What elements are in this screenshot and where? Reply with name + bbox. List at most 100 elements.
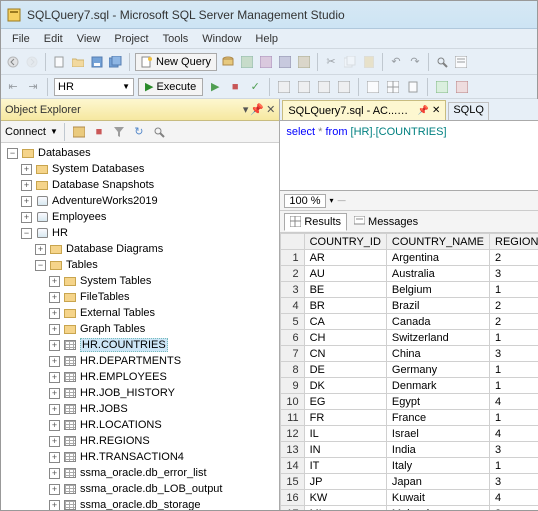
chevron-down-icon[interactable]: ▼: [50, 127, 58, 136]
column-header[interactable]: COUNTRY_ID: [304, 234, 386, 250]
save-icon[interactable]: [89, 54, 105, 70]
cell[interactable]: France: [386, 410, 489, 426]
disconnect-icon[interactable]: [71, 124, 87, 140]
tree-table-hr-employees[interactable]: +HR.EMPLOYEES: [1, 369, 279, 385]
cell[interactable]: 3: [490, 442, 538, 458]
cell[interactable]: Israel: [386, 426, 489, 442]
expand-icon[interactable]: +: [21, 212, 32, 223]
cell[interactable]: 3: [490, 474, 538, 490]
cell[interactable]: 2: [490, 298, 538, 314]
cell[interactable]: Argentina: [386, 250, 489, 266]
expand-icon[interactable]: +: [49, 292, 60, 303]
dmx-icon[interactable]: [277, 54, 293, 70]
cell[interactable]: AU: [304, 266, 386, 282]
expand-icon[interactable]: +: [49, 452, 60, 463]
expand-icon[interactable]: +: [35, 244, 46, 255]
cell[interactable]: AR: [304, 250, 386, 266]
cell[interactable]: 4: [490, 426, 538, 442]
cell[interactable]: CH: [304, 330, 386, 346]
cell[interactable]: Denmark: [386, 378, 489, 394]
table-row[interactable]: 1ARArgentina2: [281, 250, 538, 266]
messages-tab[interactable]: Messages: [349, 214, 423, 230]
cell[interactable]: 4: [490, 490, 538, 506]
cell[interactable]: 1: [490, 282, 538, 298]
db-engine-icon[interactable]: [220, 54, 236, 70]
table-row[interactable]: 11FRFrance1: [281, 410, 538, 426]
results-text-icon[interactable]: [365, 79, 381, 95]
cell[interactable]: 1: [490, 362, 538, 378]
cell[interactable]: ML: [304, 506, 386, 511]
cell[interactable]: 2: [490, 250, 538, 266]
expand-icon[interactable]: −: [21, 228, 32, 239]
expand-icon[interactable]: +: [49, 468, 60, 479]
tree-table-ssma_oracle-db_lob_output[interactable]: +ssma_oracle.db_LOB_output: [1, 481, 279, 497]
tree-table-ssma_oracle-db_storage[interactable]: +ssma_oracle.db_storage: [1, 497, 279, 510]
expand-icon[interactable]: +: [49, 420, 60, 431]
cell[interactable]: DE: [304, 362, 386, 378]
tree-graph-tables[interactable]: +Graph Tables: [1, 321, 279, 337]
tree-employees[interactable]: +Employees: [1, 209, 279, 225]
cell[interactable]: CA: [304, 314, 386, 330]
table-row[interactable]: 8DEGermany1: [281, 362, 538, 378]
table-row[interactable]: 16KWKuwait4: [281, 490, 538, 506]
cell[interactable]: Brazil: [386, 298, 489, 314]
xmla-icon[interactable]: [296, 54, 312, 70]
cell[interactable]: Italy: [386, 458, 489, 474]
cell[interactable]: 4: [490, 394, 538, 410]
tree-tables[interactable]: −Tables: [1, 257, 279, 273]
tree-table-ssma_oracle-db_error_list[interactable]: +ssma_oracle.db_error_list: [1, 465, 279, 481]
refresh-icon[interactable]: ↻: [131, 124, 147, 140]
comment-icon[interactable]: [434, 79, 450, 95]
cell[interactable]: Kuwait: [386, 490, 489, 506]
table-row[interactable]: 5CACanada2: [281, 314, 538, 330]
tree-table-hr-locations[interactable]: +HR.LOCATIONS: [1, 417, 279, 433]
cell[interactable]: DK: [304, 378, 386, 394]
column-header[interactable]: REGION_ID: [490, 234, 538, 250]
expand-icon[interactable]: +: [21, 180, 32, 191]
connect-button[interactable]: Connect: [5, 126, 46, 138]
menu-project[interactable]: Project: [107, 31, 155, 47]
cell[interactable]: 1: [490, 410, 538, 426]
cell[interactable]: BE: [304, 282, 386, 298]
search-oe-icon[interactable]: [151, 124, 167, 140]
cell[interactable]: Belgium: [386, 282, 489, 298]
database-combo[interactable]: HR ▼: [54, 78, 134, 96]
menu-tools[interactable]: Tools: [156, 31, 196, 47]
table-row[interactable]: 13INIndia3: [281, 442, 538, 458]
editor-tab-2[interactable]: SQLQ: [448, 102, 489, 120]
table-row[interactable]: 10EGEgypt4: [281, 394, 538, 410]
cell[interactable]: BR: [304, 298, 386, 314]
table-row[interactable]: 4BRBrazil2: [281, 298, 538, 314]
table-row[interactable]: 12ILIsrael4: [281, 426, 538, 442]
cell[interactable]: IT: [304, 458, 386, 474]
xml-icon[interactable]: [239, 54, 255, 70]
stop-conn-icon[interactable]: ■: [91, 124, 107, 140]
estimated-plan-icon[interactable]: [276, 79, 292, 95]
table-row[interactable]: 15JPJapan3: [281, 474, 538, 490]
expand-icon[interactable]: +: [49, 500, 60, 511]
table-row[interactable]: 6CHSwitzerland1: [281, 330, 538, 346]
close-icon[interactable]: ✕: [266, 103, 275, 116]
live-stats-icon[interactable]: [316, 79, 332, 95]
editor-tab-active[interactable]: SQLQuery7.sql - AC...OPE\aciortea (70))*…: [282, 100, 446, 120]
cell[interactable]: 3: [490, 266, 538, 282]
zoom-value[interactable]: 100 %: [284, 194, 325, 208]
cell[interactable]: Australia: [386, 266, 489, 282]
expand-icon[interactable]: +: [49, 388, 60, 399]
object-explorer-tree[interactable]: −Databases+System Databases+Database Sna…: [1, 143, 279, 510]
cell[interactable]: Switzerland: [386, 330, 489, 346]
expand-icon[interactable]: +: [49, 276, 60, 287]
table-row[interactable]: 7CNChina3: [281, 346, 538, 362]
tree-table-hr-job_history[interactable]: +HR.JOB_HISTORY: [1, 385, 279, 401]
nav-back-icon[interactable]: [5, 54, 21, 70]
tab-close-icon[interactable]: ✕: [432, 105, 440, 116]
tree-database-diagrams[interactable]: +Database Diagrams: [1, 241, 279, 257]
tree-table-hr-transaction4[interactable]: +HR.TRANSACTION4: [1, 449, 279, 465]
filter-icon[interactable]: [111, 124, 127, 140]
dropdown-icon[interactable]: ▾: [243, 103, 249, 116]
client-stats-icon[interactable]: [336, 79, 352, 95]
tree-system-tables[interactable]: +System Tables: [1, 273, 279, 289]
actual-plan-icon[interactable]: [296, 79, 312, 95]
table-row[interactable]: 17MLMalaysia3: [281, 506, 538, 511]
expand-icon[interactable]: +: [49, 404, 60, 415]
